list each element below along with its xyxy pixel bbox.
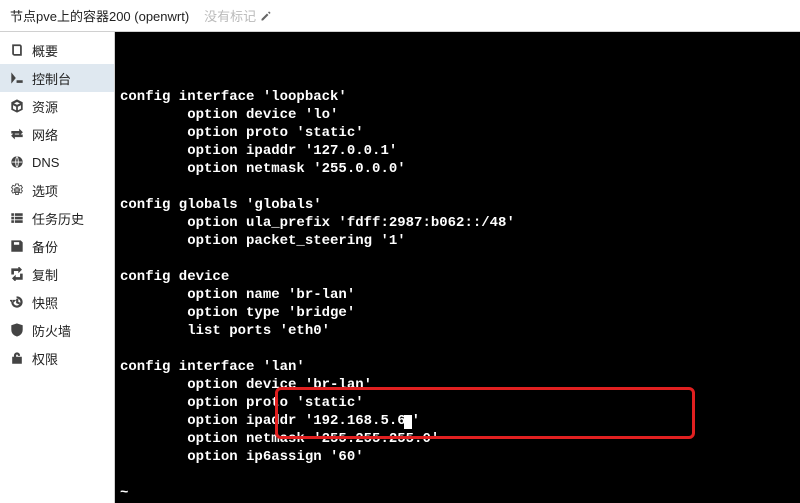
sidebar-item-dns[interactable]: DNS bbox=[0, 148, 114, 176]
sidebar-item-snapshots[interactable]: 快照 bbox=[0, 288, 114, 316]
terminal-cursor bbox=[404, 415, 412, 429]
unlock-icon bbox=[10, 351, 24, 365]
sidebar-item-label: 防火墙 bbox=[32, 321, 71, 340]
terminal-line: option netmask '255.255.255.0' bbox=[120, 430, 795, 448]
sidebar: 概要控制台资源网络 DNS 选项任务历史备份复制快照防火墙权限 bbox=[0, 32, 115, 503]
book-icon bbox=[10, 43, 24, 57]
terminal-line: option proto 'static' bbox=[120, 394, 795, 412]
terminal-line: option packet_steering '1' bbox=[120, 232, 795, 250]
globe-icon bbox=[10, 155, 24, 169]
terminal-line: option proto 'static' bbox=[120, 124, 795, 142]
no-tags-label: 没有标记 bbox=[204, 6, 256, 25]
sidebar-item-label: 备份 bbox=[32, 237, 58, 256]
sidebar-item-tasklog[interactable]: 任务历史 bbox=[0, 204, 114, 232]
terminal-line: config interface 'loopback' bbox=[120, 88, 795, 106]
sidebar-item-label: 任务历史 bbox=[32, 209, 84, 228]
terminal-line bbox=[120, 178, 795, 196]
terminal-line: option ip6assign '60' bbox=[120, 448, 795, 466]
terminal-line: option type 'bridge' bbox=[120, 304, 795, 322]
tags-edit[interactable]: 没有标记 bbox=[204, 6, 272, 25]
sidebar-item-label: 资源 bbox=[32, 97, 58, 116]
sidebar-item-summary[interactable]: 概要 bbox=[0, 36, 114, 64]
terminal-line: option name 'br-lan' bbox=[120, 286, 795, 304]
sidebar-item-label: DNS bbox=[32, 155, 59, 170]
gear-icon bbox=[10, 183, 24, 197]
sidebar-item-label: 控制台 bbox=[32, 69, 71, 88]
header-bar: 节点pve上的容器200 (openwrt) 没有标记 bbox=[0, 0, 800, 32]
terminal-line bbox=[120, 250, 795, 268]
terminal-line: option ipaddr '127.0.0.1' bbox=[120, 142, 795, 160]
sidebar-item-firewall[interactable]: 防火墙 bbox=[0, 316, 114, 344]
list-icon bbox=[10, 211, 24, 225]
terminal-line: option device 'br-lan' bbox=[120, 376, 795, 394]
terminal-line: config device bbox=[120, 268, 795, 286]
sidebar-item-resources[interactable]: 资源 bbox=[0, 92, 114, 120]
terminal-line: list ports 'eth0' bbox=[120, 322, 795, 340]
pencil-icon bbox=[260, 10, 272, 22]
sidebar-item-label: 复制 bbox=[32, 265, 58, 284]
terminal-line: ~ bbox=[120, 484, 795, 502]
exchange-icon bbox=[10, 127, 24, 141]
terminal-line: option netmask '255.0.0.0' bbox=[120, 160, 795, 178]
sidebar-item-network[interactable]: 网络 bbox=[0, 120, 114, 148]
sidebar-item-replication[interactable]: 复制 bbox=[0, 260, 114, 288]
history-icon bbox=[10, 295, 24, 309]
sidebar-item-label: 概要 bbox=[32, 41, 58, 60]
sidebar-item-options[interactable]: 选项 bbox=[0, 176, 114, 204]
sidebar-item-label: 选项 bbox=[32, 181, 58, 200]
sidebar-item-label: 网络 bbox=[32, 125, 58, 144]
terminal-line bbox=[120, 466, 795, 484]
shield-icon bbox=[10, 323, 24, 337]
sidebar-item-label: 快照 bbox=[32, 293, 58, 312]
cube-icon bbox=[10, 99, 24, 113]
sidebar-item-backup[interactable]: 备份 bbox=[0, 232, 114, 260]
page-title: 节点pve上的容器200 (openwrt) bbox=[10, 6, 189, 25]
terminal-icon bbox=[10, 71, 24, 85]
terminal-line: option device 'lo' bbox=[120, 106, 795, 124]
terminal-console[interactable]: config interface 'loopback' option devic… bbox=[115, 32, 800, 503]
retweet-icon bbox=[10, 267, 24, 281]
terminal-line: config globals 'globals' bbox=[120, 196, 795, 214]
terminal-line: config interface 'lan' bbox=[120, 358, 795, 376]
terminal-line: option ula_prefix 'fdff:2987:b062::/48' bbox=[120, 214, 795, 232]
sidebar-item-label: 权限 bbox=[32, 349, 58, 368]
terminal-line: option ipaddr '192.168.5.6' bbox=[120, 412, 795, 430]
sidebar-item-permissions[interactable]: 权限 bbox=[0, 344, 114, 372]
save-icon bbox=[10, 239, 24, 253]
terminal-line bbox=[120, 340, 795, 358]
sidebar-item-console[interactable]: 控制台 bbox=[0, 64, 114, 92]
main-body: 概要控制台资源网络 DNS 选项任务历史备份复制快照防火墙权限 config int… bbox=[0, 32, 800, 503]
